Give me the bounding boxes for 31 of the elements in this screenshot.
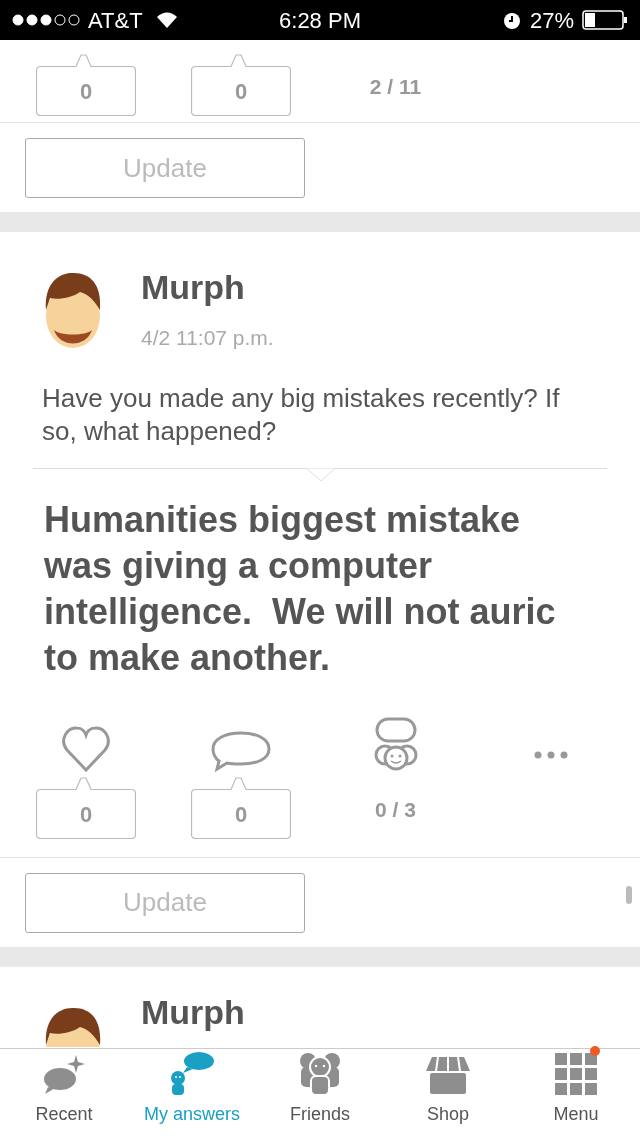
heart-icon[interactable]	[60, 724, 111, 773]
alarm-icon	[501, 10, 522, 30]
tab[interactable]: Recent	[0, 1049, 128, 1136]
speech-bubble-icon[interactable]	[210, 730, 271, 773]
wifi-icon	[154, 11, 179, 29]
person-speech-icon	[169, 1051, 215, 1095]
author-name[interactable]: Murph	[141, 270, 274, 304]
battery-icon	[582, 10, 628, 30]
signal-icon	[12, 14, 82, 26]
comment-count: 0	[190, 54, 291, 116]
grid-icon	[555, 1053, 597, 1095]
author-name[interactable]: Murph	[141, 986, 245, 1029]
comment-count: 0	[190, 776, 291, 839]
carrier-name: AT&T	[88, 6, 143, 35]
clock-time: 6:28 PM	[279, 6, 361, 35]
friends-count: 0 / 3	[375, 796, 416, 823]
shop-icon	[426, 1055, 470, 1095]
friends-count: 2 / 11	[369, 74, 422, 101]
like-count: 0	[35, 776, 136, 839]
friends-bubble-icon[interactable]	[372, 716, 419, 773]
tab[interactable]: Menu	[512, 1049, 640, 1136]
people-icon	[298, 1051, 342, 1095]
post-date: 4/2 11:07 p.m.	[141, 325, 274, 351]
tab[interactable]: Friends	[256, 1049, 384, 1136]
answer-text: Humanities biggest mistake was giving a computer intelligence. We will not auric to make another.	[43, 497, 557, 680]
scroll-indicator	[626, 885, 632, 904]
question-text: Have you made any big mistakes recently? If so, what happened?	[41, 381, 561, 448]
like-count: 0	[35, 54, 136, 116]
tab[interactable]: Shop	[384, 1049, 512, 1136]
more-icon[interactable]	[533, 750, 568, 759]
battery-percent: 27%	[529, 6, 574, 35]
